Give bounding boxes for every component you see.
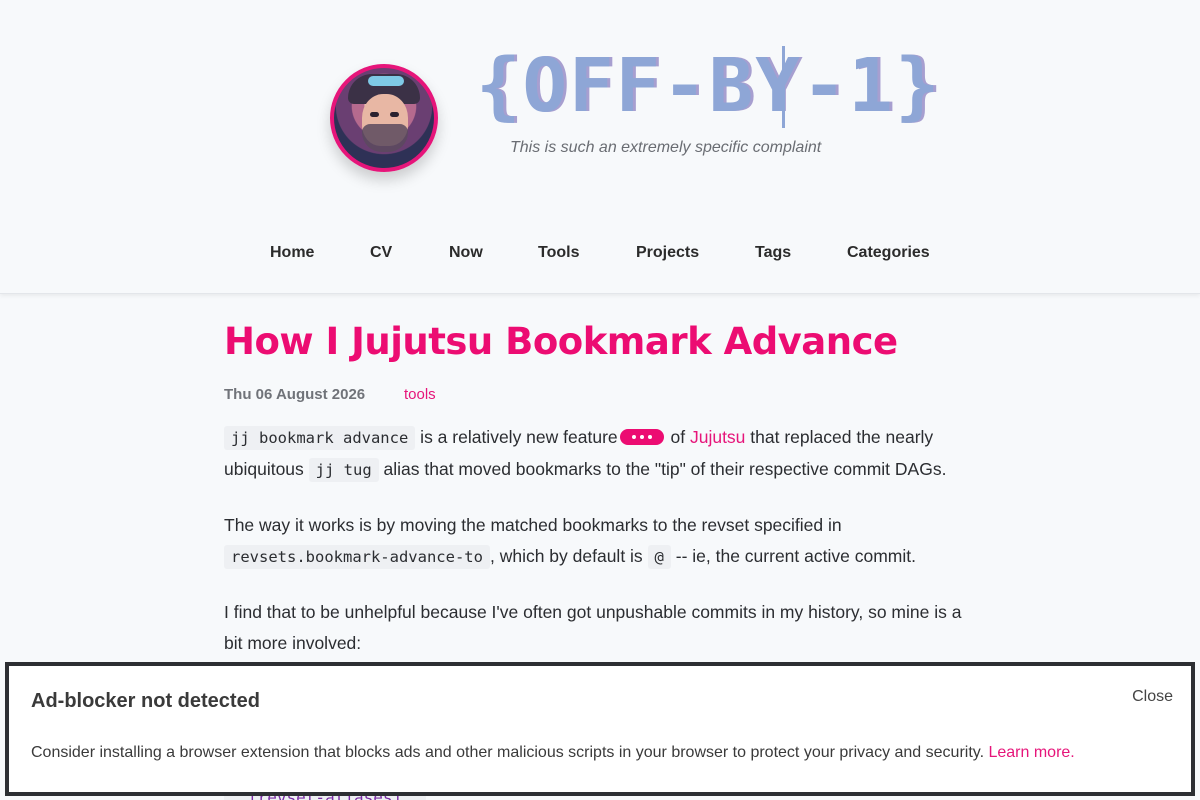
jujutsu-link[interactable]: Jujutsu xyxy=(690,427,745,447)
paragraph-text: , which by default is xyxy=(489,546,648,566)
banner-close-button[interactable]: Close xyxy=(1132,688,1173,706)
nav-item-home[interactable]: Home xyxy=(270,244,314,262)
main-nav: Home CV Now Tools Projects Tags Categori… xyxy=(0,244,1200,266)
adblock-banner: Ad-blocker not detected Close Consider i… xyxy=(5,662,1195,796)
site-header: {OFF-BY-1} This is such an extremely spe… xyxy=(0,0,1200,294)
paragraph-2: The way it works is by moving the matche… xyxy=(224,510,984,573)
paragraph-text: -- ie, the current active commit. xyxy=(670,546,916,566)
site-tagline: This is such an extremely specific compl… xyxy=(510,139,822,156)
paragraph-text: of xyxy=(665,427,690,447)
nav-item-projects[interactable]: Projects xyxy=(636,244,699,262)
avatar-beard xyxy=(362,124,408,152)
learn-more-link[interactable]: Learn more. xyxy=(988,744,1074,761)
paragraph-text: The way it works is by moving the matche… xyxy=(224,515,842,535)
post-date: Thu 06 August 2026 xyxy=(224,386,366,403)
logo-cursor xyxy=(782,46,785,128)
paragraph-3: I find that to be unhelpful because I've… xyxy=(224,597,984,659)
banner-message: Consider installing a browser extension … xyxy=(31,744,1075,762)
site-logo[interactable]: {OFF-BY-1} xyxy=(476,42,942,130)
author-avatar[interactable] xyxy=(330,64,438,172)
paragraph-text: alias that moved bookmarks to the "tip" … xyxy=(378,459,947,479)
avatar-eye xyxy=(390,112,399,117)
post-title: How I Jujutsu Bookmark Advance xyxy=(224,320,898,363)
nav-item-cv[interactable]: CV xyxy=(370,244,392,262)
banner-title: Ad-blocker not detected xyxy=(31,690,260,712)
paragraph-1: jj bookmark advance is a relatively new … xyxy=(224,422,984,486)
inline-code: jj tug xyxy=(308,458,379,482)
avatar-glasses xyxy=(368,76,404,86)
inline-code: revsets.bookmark-advance-to xyxy=(224,545,490,569)
banner-text: Consider installing a browser extension … xyxy=(31,744,989,761)
post-tag-link[interactable]: tools xyxy=(404,386,436,403)
avatar-eye xyxy=(370,112,379,117)
footnote-more-button[interactable] xyxy=(619,428,664,445)
nav-item-tools[interactable]: Tools xyxy=(538,244,579,262)
paragraph-text: is a relatively new feature xyxy=(415,427,618,447)
inline-code: @ xyxy=(647,545,671,569)
post-meta: Thu 06 August 2026 tools xyxy=(224,386,436,403)
paragraph-text: I find that to be unhelpful because I've… xyxy=(224,602,962,653)
nav-item-now[interactable]: Now xyxy=(449,244,483,262)
nav-item-tags[interactable]: Tags xyxy=(755,244,791,262)
nav-item-categories[interactable]: Categories xyxy=(847,244,930,262)
inline-code: jj bookmark advance xyxy=(224,426,416,450)
